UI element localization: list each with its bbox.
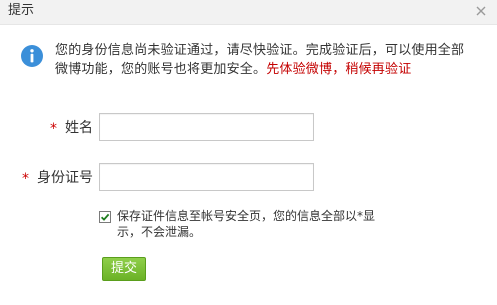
name-input[interactable] — [99, 113, 314, 141]
skip-verification-link[interactable]: 先体验微博，稍候再验证 — [266, 62, 411, 77]
save-info-checkbox[interactable] — [99, 211, 111, 223]
checkmark-icon — [100, 213, 110, 221]
close-icon[interactable] — [471, 1, 491, 21]
required-mark: * — [22, 171, 29, 187]
name-label: 姓名 — [65, 120, 93, 136]
submit-button[interactable]: 提交 — [102, 257, 146, 281]
dialog-titlebar: 提示 — [0, 0, 497, 25]
id-number-label: 身份证号 — [37, 170, 93, 186]
id-number-input[interactable] — [99, 163, 314, 191]
save-info-label: 保存证件信息至帐号安全页，您的信息全部以*显示，不会泄漏。 — [117, 209, 376, 239]
id-row: * 身份证号 — [0, 163, 497, 193]
info-icon — [20, 44, 44, 68]
dialog-title: 提示 — [8, 3, 35, 18]
name-row: * 姓名 — [0, 113, 497, 143]
required-mark: * — [50, 121, 57, 137]
verification-message: 您的身份信息尚未验证通过，请尽快验证。完成验证后，可以使用全部微博功能，您的账号… — [55, 41, 465, 79]
